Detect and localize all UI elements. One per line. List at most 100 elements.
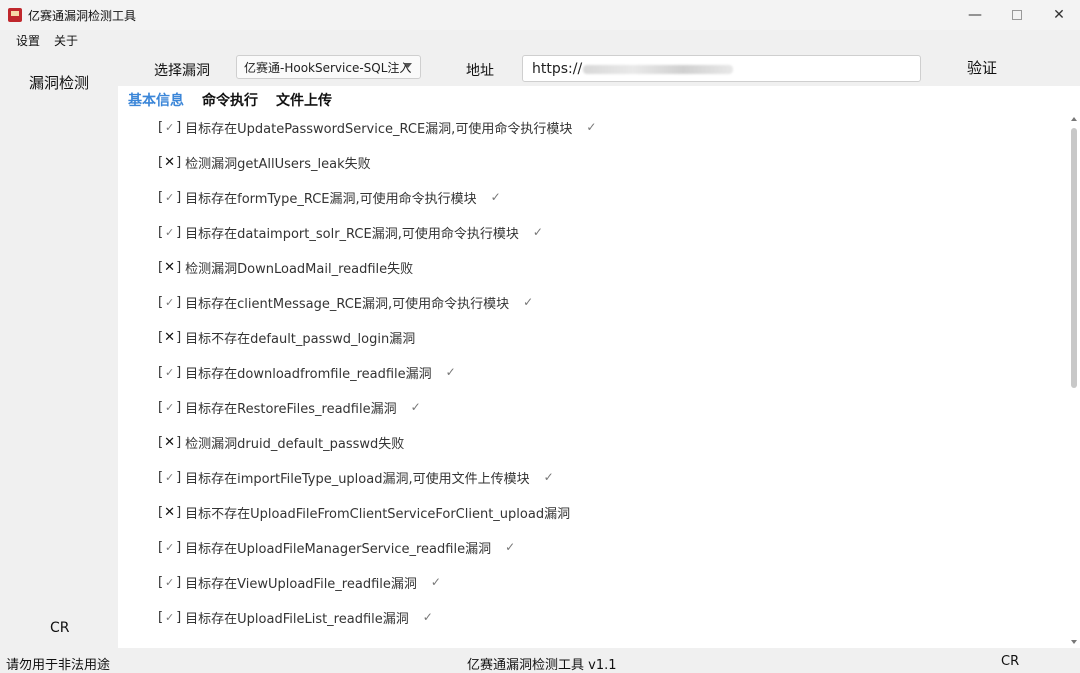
result-row: [✕] 目标不存在default_passwd_login漏洞	[158, 326, 415, 348]
check-icon: ✓	[164, 120, 175, 134]
result-row: [✓] 目标存在dataimport_solr_RCE漏洞,可使用命令执行模块 ✓	[158, 221, 543, 243]
check-icon: ✓	[532, 225, 543, 239]
check-icon: ✓	[430, 575, 441, 589]
result-row: [✓] 目标存在RestoreFiles_readfile漏洞 ✓	[158, 396, 421, 418]
result-ok-marker: [✓]	[158, 119, 182, 135]
menu-bar: 设置 关于	[0, 30, 1080, 50]
vertical-scrollbar[interactable]	[1068, 114, 1080, 648]
redacted-address	[583, 65, 733, 74]
address-label: 地址	[466, 63, 494, 79]
tab-file-upload[interactable]: 文件上传	[276, 90, 332, 110]
status-cr: CR	[1001, 654, 1020, 669]
check-icon: ✓	[164, 575, 175, 589]
result-row: [✓] 目标存在formType_RCE漏洞,可使用命令执行模块 ✓	[158, 186, 501, 208]
result-row: [✓] 目标存在ViewUploadFile_readfile漏洞 ✓	[158, 571, 441, 593]
check-icon: ✓	[164, 610, 175, 624]
check-icon: ✓	[164, 190, 175, 204]
scroll-thumb[interactable]	[1071, 128, 1077, 388]
nav-vuln-detect[interactable]: 漏洞检测	[29, 72, 89, 93]
select-vuln-label: 选择漏洞	[154, 63, 210, 79]
status-app-version: 亿赛通漏洞检测工具 v1.1	[467, 658, 617, 673]
result-text: 检测漏洞getAllUsers_leak失败	[185, 156, 371, 172]
title-bar: 亿赛通漏洞检测工具 — ✕	[0, 0, 1080, 30]
nav-footer-cr: CR	[50, 620, 70, 636]
result-row: [✓] 目标存在importFileType_upload漏洞,可使用文件上传模块…	[158, 466, 554, 488]
result-text: 目标存在UploadFileList_readfile漏洞	[185, 611, 409, 627]
result-row: [✓] 目标存在UpdatePasswordService_RCE漏洞,可使用命令…	[158, 116, 596, 138]
cross-icon: ✕	[164, 259, 176, 275]
verify-button[interactable]: 验证	[953, 56, 1011, 80]
check-icon: ✓	[164, 540, 175, 554]
check-icon: ✓	[164, 225, 175, 239]
result-row: [✓] 目标存在UploadFileList_readfile漏洞 ✓	[158, 606, 433, 628]
close-button[interactable]: ✕	[1038, 0, 1080, 30]
result-text: 目标存在clientMessage_RCE漏洞,可使用命令执行模块	[185, 296, 510, 312]
check-icon: ✓	[505, 540, 516, 554]
result-ok-marker: [✓]	[158, 224, 182, 240]
result-row: [✕] 检测漏洞druid_default_passwd失败	[158, 431, 404, 453]
result-text: 目标存在RestoreFiles_readfile漏洞	[185, 401, 397, 417]
vuln-select-value: 亿赛通-HookService-SQL注入	[244, 60, 412, 75]
check-icon: ✓	[523, 295, 534, 309]
scroll-up-icon[interactable]	[1071, 117, 1077, 121]
result-text: 目标不存在UploadFileFromClientServiceForClien…	[185, 506, 571, 522]
maximize-button[interactable]	[996, 0, 1038, 30]
result-fail-marker: [✕]	[158, 329, 182, 345]
tab-command-exec[interactable]: 命令执行	[202, 90, 258, 110]
minimize-button[interactable]: —	[954, 0, 996, 30]
maximize-icon	[1012, 10, 1022, 20]
check-icon: ✓	[586, 120, 597, 134]
result-ok-marker: [✓]	[158, 609, 182, 625]
result-ok-marker: [✓]	[158, 294, 182, 310]
result-ok-marker: [✓]	[158, 364, 182, 380]
cross-icon: ✕	[164, 504, 176, 520]
app-icon	[8, 8, 22, 22]
result-row: [✓] 目标存在downloadfromfile_readfile漏洞 ✓	[158, 361, 456, 383]
result-ok-marker: [✓]	[158, 469, 182, 485]
window-title: 亿赛通漏洞检测工具	[28, 8, 137, 23]
cross-icon: ✕	[164, 154, 176, 170]
check-icon: ✓	[164, 365, 175, 379]
check-icon: ✓	[490, 190, 501, 204]
result-text: 目标不存在default_passwd_login漏洞	[185, 331, 416, 347]
result-row: [✕] 检测漏洞DownLoadMail_readfile失败	[158, 256, 413, 278]
scroll-down-icon[interactable]	[1071, 640, 1077, 644]
result-row: [✓] 目标存在clientMessage_RCE漏洞,可使用命令执行模块 ✓	[158, 291, 533, 313]
result-text: 目标存在importFileType_upload漏洞,可使用文件上传模块	[185, 471, 530, 487]
check-icon: ✓	[422, 610, 433, 624]
result-ok-marker: [✓]	[158, 399, 182, 415]
result-fail-marker: [✕]	[158, 504, 182, 520]
result-row: [✓] 目标存在UploadFileManagerService_readfile…	[158, 536, 515, 558]
toolbar: 选择漏洞 亿赛通-HookService-SQL注入 地址 验证	[118, 50, 1080, 86]
result-fail-marker: [✕]	[158, 154, 182, 170]
result-fail-marker: [✕]	[158, 434, 182, 450]
cross-icon: ✕	[164, 329, 176, 345]
check-icon: ✓	[164, 470, 175, 484]
vuln-select[interactable]: 亿赛通-HookService-SQL注入	[236, 55, 421, 79]
result-ok-marker: [✓]	[158, 539, 182, 555]
check-icon: ✓	[164, 400, 175, 414]
result-fail-marker: [✕]	[158, 259, 182, 275]
tab-basic-info[interactable]: 基本信息	[128, 90, 184, 110]
result-text: 检测漏洞druid_default_passwd失败	[185, 436, 405, 452]
check-icon: ✓	[410, 400, 421, 414]
result-text: 目标存在UpdatePasswordService_RCE漏洞,可使用命令执行模…	[185, 121, 573, 137]
cross-icon: ✕	[164, 434, 176, 450]
result-ok-marker: [✓]	[158, 574, 182, 590]
result-text: 目标存在downloadfromfile_readfile漏洞	[185, 366, 432, 382]
menu-about[interactable]: 关于	[54, 32, 78, 49]
check-icon: ✓	[543, 470, 554, 484]
result-text: 检测漏洞DownLoadMail_readfile失败	[185, 261, 414, 277]
result-row: [✕] 检测漏洞getAllUsers_leak失败	[158, 151, 371, 173]
results-panel: [✓] 目标存在UpdatePasswordService_RCE漏洞,可使用命令…	[118, 114, 1080, 648]
result-text: 目标存在formType_RCE漏洞,可使用命令执行模块	[185, 191, 477, 207]
tab-bar: 基本信息 命令执行 文件上传	[118, 86, 1080, 114]
window-controls: — ✕	[954, 0, 1080, 30]
result-row: [✕] 目标不存在UploadFileFromClientServiceForCl…	[158, 501, 570, 523]
menu-settings[interactable]: 设置	[16, 32, 40, 49]
chevron-down-icon	[404, 63, 412, 68]
left-nav: 漏洞检测 CR	[0, 50, 118, 648]
check-icon: ✓	[445, 365, 456, 379]
status-bar: 请勿用于非法用途 亿赛通漏洞检测工具 v1.1 CR	[0, 648, 1080, 673]
result-text: 目标存在dataimport_solr_RCE漏洞,可使用命令执行模块	[185, 226, 519, 242]
